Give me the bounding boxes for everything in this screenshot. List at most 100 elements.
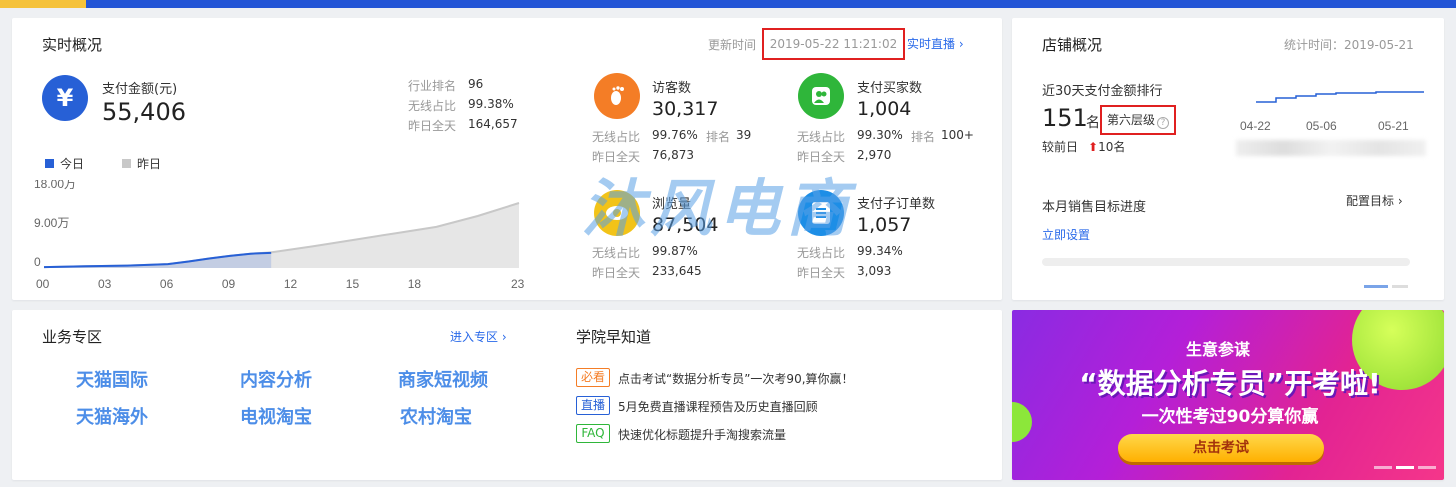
shop-title: 店铺概况	[1042, 36, 1103, 54]
buyers-yesterday-value: 2,970	[857, 148, 892, 162]
suborders-wireless-value: 99.34%	[857, 244, 903, 258]
yesterday-total-label: 昨日全天	[408, 119, 457, 133]
industry-rank-value: 96	[468, 77, 484, 91]
pageviews-value: 87,504	[652, 214, 719, 236]
shop-rank-value: 151	[1042, 104, 1088, 132]
promo-banner[interactable]: 生意参谋 “数据分析专员”开考啦! 一次性考过90分算你赢 点击考试	[1012, 310, 1444, 480]
realtime-overview-card: 实时概况 更新时间 2019-05-22 11:21:02 实时直播 › ¥ 支…	[12, 18, 1002, 300]
realtime-title: 实时概况	[42, 36, 103, 54]
business-zone-title: 业务专区	[42, 328, 103, 346]
buyers-wireless-value: 99.30%	[857, 128, 903, 142]
biz-link-tmall-overseas[interactable]: 天猫海外	[76, 403, 148, 429]
config-target-link[interactable]: 配置目标 ›	[1346, 192, 1403, 209]
shop-level-badge[interactable]: 第六层级?	[1100, 105, 1176, 135]
x-tick-label: 00	[36, 277, 50, 291]
biz-link-rural-taobao[interactable]: 农村淘宝	[400, 403, 472, 429]
shop-overview-card: 店铺概况 统计时间：2019-05-21 近30天支付金额排行 151 名 第六…	[1012, 18, 1444, 300]
suborders-wireless-label: 无线占比	[797, 246, 846, 260]
eye-icon	[594, 190, 640, 236]
pageviews-label: 浏览量	[652, 197, 692, 212]
legend-yesterday-swatch	[122, 159, 131, 168]
visitors-wireless-value: 99.76%	[652, 128, 698, 142]
arrow-up-icon: ⬆	[1088, 140, 1099, 154]
academy-item-link[interactable]: 快速优化标题提升手淘搜索流量	[618, 426, 786, 443]
buyers-rank-label: 排名	[911, 130, 936, 144]
pageviews-wireless-label: 无线占比	[592, 246, 641, 260]
carousel-dot-active[interactable]	[1364, 285, 1388, 288]
banner-exam-button[interactable]: 点击考试	[1118, 434, 1324, 462]
buyers-label: 支付买家数	[857, 81, 923, 96]
x-tick-label: 23	[511, 277, 524, 291]
buyers-value: 1,004	[857, 98, 912, 120]
suborders-value: 1,057	[857, 214, 912, 236]
biz-link-tv-taobao[interactable]: 电视淘宝	[240, 403, 312, 429]
realtime-trend-chart: 18.00万9.00万000 03 06 09 12 15 18 23	[34, 180, 524, 291]
academy-title: 学院早知道	[576, 328, 652, 346]
x-tick-label: 06	[160, 277, 174, 291]
buyers-rank-value: 100+	[941, 128, 974, 142]
academy-item-link[interactable]: 点击考试“数据分析专员”一次考90,算你赢！	[618, 370, 854, 387]
biz-link-short-video[interactable]: 商家短视频	[398, 366, 488, 392]
legend-today[interactable]: 今日	[45, 155, 84, 172]
shop-prev-value: 10名	[1098, 140, 1126, 154]
pay-amount-label: 支付金额(元)	[102, 82, 178, 97]
y-tick-label: 18.00万	[34, 180, 76, 191]
yesterday-total-value: 164,657	[468, 117, 518, 131]
shop-stat-time: 统计时间：2019-05-21	[1284, 38, 1414, 52]
shop-trend-line	[1256, 91, 1424, 103]
banner-dot-active[interactable]	[1396, 466, 1414, 469]
monthly-target-progress	[1042, 258, 1410, 266]
visitors-rank-value: 39	[736, 128, 752, 142]
biz-link-content-analysis[interactable]: 内容分析	[240, 366, 312, 392]
academy-tag-faq: FAQ	[576, 424, 610, 443]
legend-yesterday-label: 昨日	[137, 157, 162, 171]
suborders-yesterday-label: 昨日全天	[797, 266, 846, 280]
shop-trend-tick: 04-22	[1240, 119, 1271, 132]
top-nav-accent	[0, 0, 86, 8]
x-tick-label: 15	[346, 277, 360, 291]
visitors-value: 30,317	[652, 98, 719, 120]
industry-rank-label: 行业排名	[408, 79, 457, 93]
visitors-wireless-label: 无线占比	[592, 130, 641, 144]
banner-headline: “数据分析专员”开考啦!	[1079, 367, 1381, 400]
x-tick-label: 12	[284, 277, 298, 291]
legend-today-swatch	[45, 159, 54, 168]
live-link[interactable]: 实时直播 ›	[907, 35, 964, 52]
blurred-region	[1236, 140, 1426, 156]
order-icon	[798, 190, 844, 236]
shop-level-text: 第六层级	[1107, 113, 1156, 127]
pay-amount-value: 55,406	[102, 98, 186, 126]
pageviews-wireless-value: 99.87%	[652, 244, 698, 258]
academy-tag-live: 直播	[576, 396, 610, 415]
x-tick-label: 09	[222, 277, 236, 291]
pageviews-yesterday-value: 233,645	[652, 264, 702, 278]
visitors-rank-label: 排名	[706, 130, 731, 144]
enter-zone-link[interactable]: 进入专区 ›	[450, 328, 507, 345]
shop-prev-label: 较前日	[1042, 140, 1079, 154]
buyers-wireless-label: 无线占比	[797, 130, 846, 144]
banner-brand-tag: 生意参谋	[1186, 340, 1251, 359]
visitors-yesterday-value: 76,873	[652, 148, 694, 162]
update-time-value: 2019-05-22 11:21:02	[762, 28, 905, 60]
legend-yesterday[interactable]: 昨日	[122, 155, 161, 172]
series-area-昨日	[44, 203, 519, 268]
suborders-label: 支付子订单数	[857, 197, 936, 212]
banner-subline: 一次性考过90分算你赢	[1141, 407, 1319, 427]
buyers-icon	[798, 73, 844, 119]
footprint-icon	[594, 73, 640, 119]
set-now-link[interactable]: 立即设置	[1042, 226, 1090, 243]
academy-item-link[interactable]: 5月免费直播课程预告及历史直播回顾	[618, 398, 818, 415]
shop-prev-change: ⬆10名	[1088, 138, 1125, 155]
business-zone-card: 业务专区 进入专区 › 天猫国际 内容分析 商家短视频 天猫海外 电视淘宝 农村…	[12, 310, 1002, 480]
shop-rank-unit: 名	[1086, 115, 1100, 131]
help-icon[interactable]: ?	[1157, 117, 1170, 129]
yuan-icon: ¥	[42, 75, 88, 121]
biz-link-tmall-global[interactable]: 天猫国际	[76, 366, 148, 392]
shop-trend-tick: 05-21	[1378, 119, 1409, 132]
y-tick-label: 9.00万	[34, 216, 69, 230]
banner-dot[interactable]	[1418, 466, 1436, 469]
y-tick-label: 0	[34, 255, 41, 269]
banner-dot[interactable]	[1374, 466, 1392, 469]
carousel-dot[interactable]	[1392, 285, 1408, 288]
x-tick-label: 18	[408, 277, 422, 291]
